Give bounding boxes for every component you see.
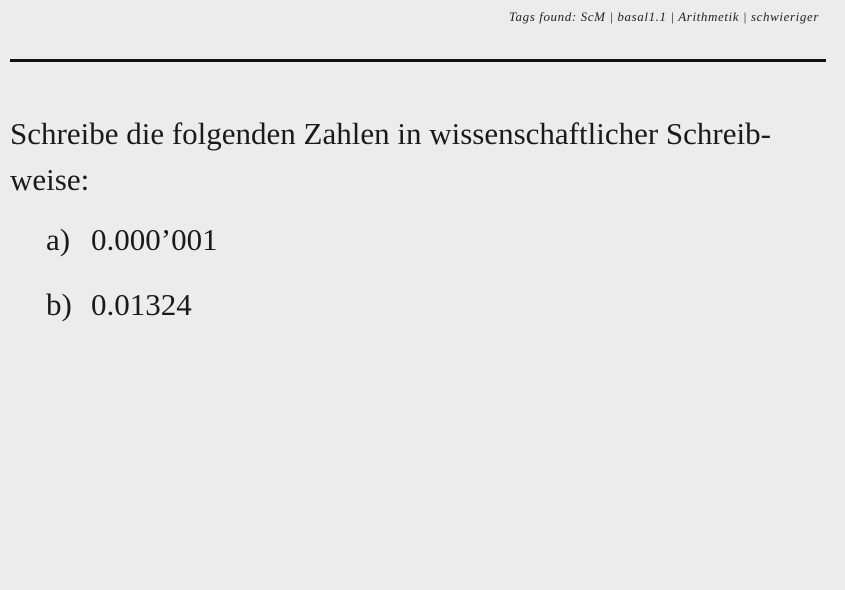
question-line-2: weise: bbox=[10, 162, 90, 197]
item-value: 0.01324 bbox=[91, 287, 192, 322]
question-line-1: Schreibe die folgenden Zahlen in wissens… bbox=[10, 116, 771, 151]
item-label: a) bbox=[46, 222, 71, 257]
item-value: 0.000’001 bbox=[91, 222, 218, 257]
list-item: a) 0.000’001 bbox=[46, 222, 218, 287]
horizontal-rule bbox=[10, 59, 826, 62]
exercise-list: a) 0.000’001 b) 0.01324 bbox=[46, 222, 218, 352]
list-item: b) 0.01324 bbox=[46, 287, 218, 352]
item-label: b) bbox=[46, 287, 72, 322]
tags-header: Tags found: ScM | basal1.1 | Arithmetik … bbox=[508, 9, 819, 24]
question-text: Schreibe die folgenden Zahlen in wissens… bbox=[10, 111, 830, 203]
